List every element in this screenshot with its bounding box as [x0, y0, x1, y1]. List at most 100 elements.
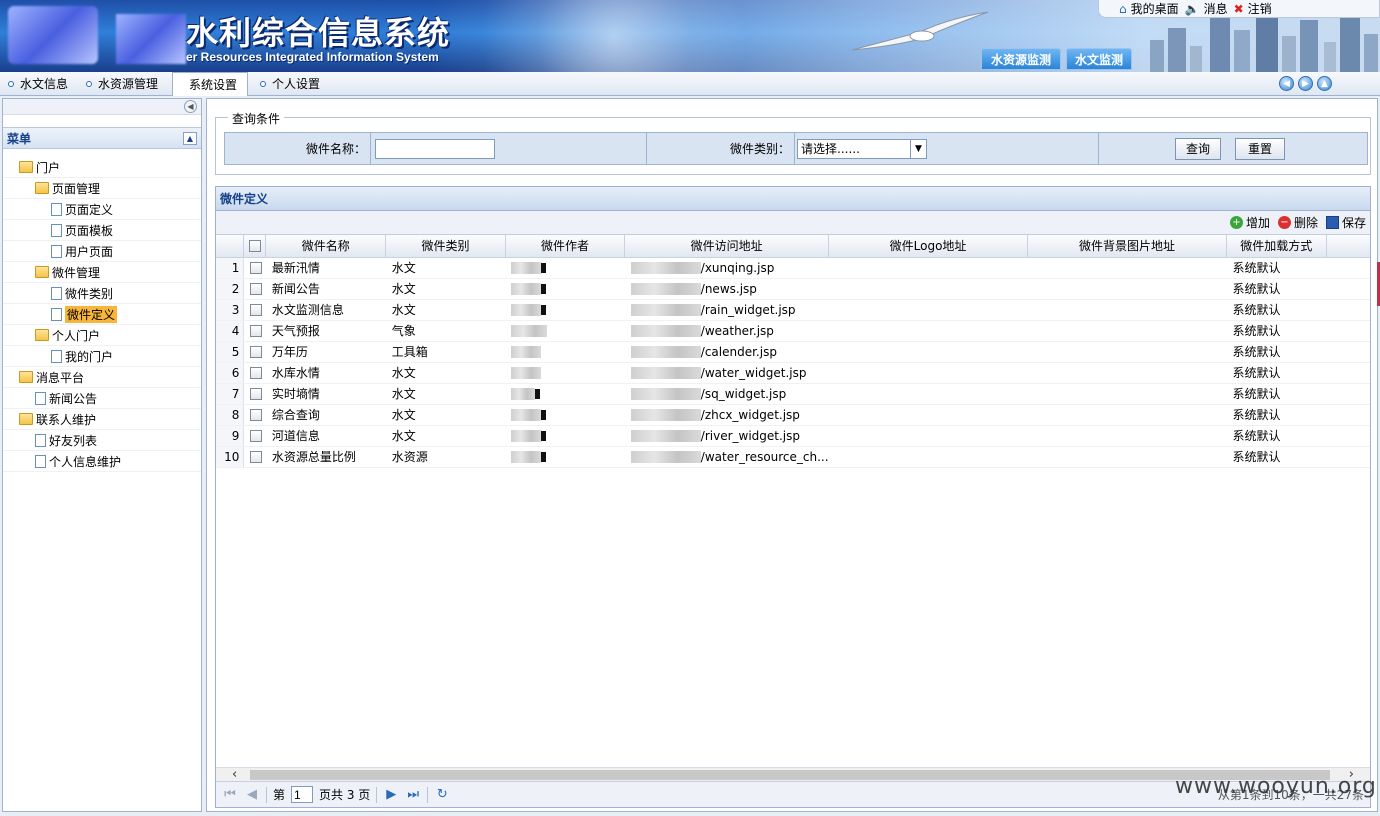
widget-load-cell: 系统默认 [1226, 425, 1327, 447]
row-checkbox[interactable] [250, 430, 263, 442]
collapse-menu-icon[interactable]: ▲ [183, 131, 197, 145]
scroll-left-icon[interactable]: ‹ [232, 767, 237, 782]
tree-item[interactable]: 微件定义 [3, 304, 201, 325]
redacted-author [511, 325, 548, 337]
category-selected: 请选择...... [801, 142, 860, 156]
col-header[interactable]: 微件类别 [385, 235, 506, 258]
redacted-author [511, 304, 542, 316]
page-number-input[interactable] [291, 786, 314, 803]
widget-url: /river_widget.jsp [700, 428, 800, 443]
widget-logo-cell [828, 320, 1028, 342]
redacted-author [511, 367, 542, 379]
table-header-row: 微件名称 微件类别 微件作者 微件访问地址 微件Logo地址 微件背景图片地址 … [216, 235, 1370, 258]
col-header[interactable]: 微件加载方式 [1226, 235, 1327, 258]
forward-icon[interactable]: ▶ [1298, 76, 1313, 91]
tree-item[interactable]: 用户页面 [3, 241, 201, 262]
home-icon: ⌂ [1119, 1, 1127, 16]
table-row[interactable]: 2 新闻公告 水文/news.jsp 系统默认 [216, 278, 1370, 300]
row-number: 3 [216, 299, 245, 321]
tree-item[interactable]: 我的门户 [3, 346, 201, 367]
tree-item[interactable]: 消息平台 [3, 367, 201, 388]
menu-system-settings[interactable]: 系统设置 [172, 71, 249, 96]
tree-item[interactable]: 微件类别 [3, 283, 201, 304]
col-header[interactable]: 微件背景图片地址 [1027, 235, 1227, 258]
row-checkbox[interactable] [250, 283, 263, 295]
back-icon[interactable]: ◀ [1279, 76, 1294, 91]
next-page-icon[interactable]: ▶ [383, 787, 399, 803]
tab-hydrology-monitor[interactable]: 水文监测 [1066, 48, 1132, 70]
tree-item[interactable]: 页面模板 [3, 220, 201, 241]
row-checkbox[interactable] [250, 262, 263, 274]
widget-name-cell: 实时墒情 [265, 383, 386, 405]
tree-item[interactable]: 联系人维护 [3, 409, 201, 430]
row-select-cell [243, 299, 266, 321]
table-row[interactable]: 5 万年历 工具箱/calender.jsp 系统默认 [216, 341, 1370, 363]
up-icon[interactable]: ▲ [1317, 76, 1332, 91]
row-checkbox[interactable] [250, 367, 263, 379]
widget-url-cell: /water_resource_ch... [624, 446, 829, 468]
last-page-icon[interactable]: ⏭ [405, 787, 421, 803]
tree-item-label: 门户 [36, 160, 61, 175]
logout-link[interactable]: ✖ 注销 [1234, 0, 1272, 17]
col-header[interactable]: 微件Logo地址 [828, 235, 1029, 258]
menu-water-resource-mgmt[interactable]: 水资源管理 [78, 72, 168, 96]
first-page-icon[interactable]: ⏮ [222, 787, 238, 803]
bullet-icon [86, 80, 93, 87]
tree-item[interactable]: 好友列表 [3, 430, 201, 451]
my-desktop-link[interactable]: ⌂ 我的桌面 [1119, 0, 1179, 17]
table-row[interactable]: 7 实时墒情 水文/sq_widget.jsp 系统默认 [216, 383, 1370, 405]
table-row[interactable]: 9 河道信息 水文/river_widget.jsp 系统默认 [216, 425, 1370, 447]
widget-category-cell: 水文 [385, 383, 506, 405]
row-checkbox[interactable] [250, 388, 263, 400]
menu-personal-settings[interactable]: 个人设置 [252, 72, 330, 96]
menu-hydrology-info[interactable]: 水文信息 [0, 72, 78, 96]
delete-button[interactable]: − 删除 [1277, 214, 1318, 231]
query-row: 微件名称： 微件类别： 请选择...... ▼ 查询 重置 [224, 132, 1368, 165]
prev-page-icon[interactable]: ◀ [244, 787, 260, 803]
widget-author-cell [505, 257, 625, 279]
row-checkbox[interactable] [250, 409, 263, 421]
row-number: 6 [216, 362, 245, 384]
row-checkbox[interactable] [250, 346, 263, 358]
col-header[interactable]: 微件名称 [265, 235, 387, 258]
save-button[interactable]: 保存 [1325, 214, 1366, 231]
table-row[interactable]: 3 水文监测信息 水文/rain_widget.jsp 系统默认 [216, 299, 1370, 321]
tree-item[interactable]: 微件管理 [3, 262, 201, 283]
table-row[interactable]: 10 水资源总量比例 水资源/water_resource_ch... 系统默认 [216, 446, 1370, 468]
row-number: 2 [216, 278, 245, 300]
grid-toolbar: + 增加 − 删除 保存 [216, 211, 1370, 235]
tree-item[interactable]: 新闻公告 [3, 388, 201, 409]
select-all-checkbox[interactable] [248, 240, 261, 253]
tree-item[interactable]: 门户 [3, 157, 201, 178]
redacted-host [630, 283, 701, 295]
table-body: 1 最新汛情 水文/xunqing.jsp 系统默认 2 新闻公告 水文/news.jsp 系… [216, 257, 1370, 468]
widget-logo-cell [828, 278, 1028, 300]
col-header[interactable]: 微件访问地址 [624, 235, 830, 258]
widget-name-input[interactable] [375, 138, 495, 159]
tree-item[interactable]: 个人门户 [3, 325, 201, 346]
messages-link[interactable]: 🔈 消息 [1185, 0, 1228, 17]
collapse-sidebar-icon[interactable]: ◀ [184, 100, 197, 113]
reset-button[interactable]: 重置 [1235, 137, 1286, 160]
table-row[interactable]: 1 最新汛情 水文/xunqing.jsp 系统默认 [216, 257, 1370, 279]
table-row[interactable]: 6 水库水情 水文/water_widget.jsp 系统默认 [216, 362, 1370, 384]
tree-item[interactable]: 页面管理 [3, 178, 201, 199]
tree-item-label: 微件类别 [65, 286, 114, 301]
row-checkbox[interactable] [250, 451, 263, 463]
redacted-author [541, 305, 547, 315]
refresh-icon[interactable]: ↻ [434, 787, 450, 803]
file-icon [35, 454, 46, 468]
widget-author-cell [505, 425, 625, 447]
search-button[interactable]: 查询 [1175, 137, 1222, 160]
row-checkbox[interactable] [250, 304, 263, 316]
tree-item[interactable]: 页面定义 [3, 199, 201, 220]
row-checkbox[interactable] [250, 325, 263, 337]
col-header[interactable]: 微件作者 [505, 235, 626, 258]
tree-item[interactable]: 个人信息维护 [3, 451, 201, 472]
widget-category-select[interactable]: 请选择...... ▼ [797, 138, 927, 159]
tab-water-resource-monitor[interactable]: 水资源监测 [981, 48, 1061, 70]
add-button[interactable]: + 增加 [1229, 214, 1270, 231]
scrollbar-thumb[interactable] [250, 770, 1330, 780]
table-row[interactable]: 4 天气预报 气象/weather.jsp 系统默认 [216, 320, 1370, 342]
table-row[interactable]: 8 综合查询 水文/zhcx_widget.jsp 系统默认 [216, 404, 1370, 426]
